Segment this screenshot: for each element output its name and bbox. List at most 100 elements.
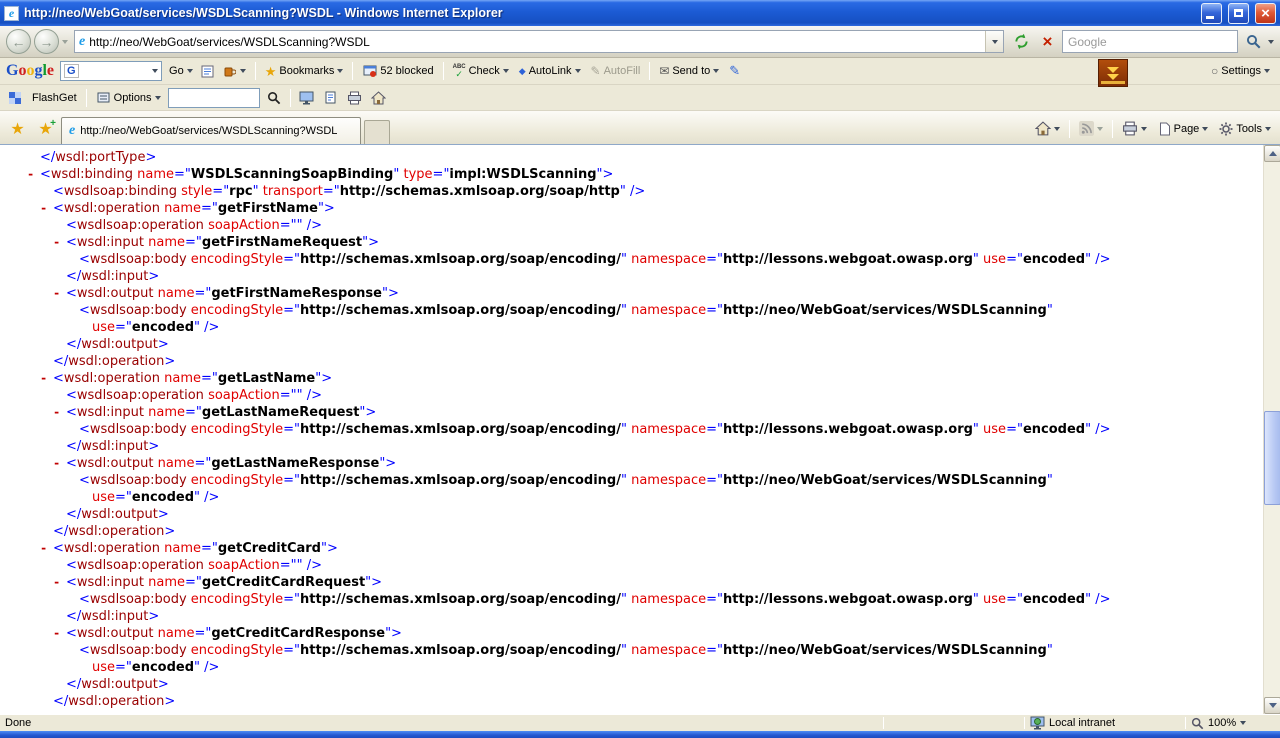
xml-line: </wsdl:operation> <box>0 353 1263 370</box>
send-to-button[interactable]: ✉Send to <box>656 62 722 80</box>
spellcheck-icon: ABC✓ <box>453 64 466 79</box>
scrollbar-thumb[interactable] <box>1264 411 1280 505</box>
scroll-up-button[interactable] <box>1264 145 1280 162</box>
google-search-input[interactable]: G <box>60 61 162 81</box>
security-zone-pane[interactable]: Local intranet <box>1030 716 1180 730</box>
recent-pages-dropdown[interactable] <box>62 40 68 44</box>
new-tab-stub[interactable] <box>364 120 390 144</box>
address-bar[interactable]: e http://neo/WebGoat/services/WSDLScanni… <box>74 30 1004 53</box>
refresh-icon <box>1013 33 1030 50</box>
xml-line: </wsdl:portType> <box>0 149 1263 166</box>
google-go-button[interactable]: Go <box>166 63 196 79</box>
back-button[interactable]: ← <box>6 29 31 54</box>
autolink-button[interactable]: ◆AutoLink <box>516 63 584 79</box>
search-box[interactable]: Google <box>1062 30 1238 53</box>
print-button[interactable] <box>345 88 365 108</box>
collapse-marker[interactable]: - <box>40 540 53 557</box>
autofill-button[interactable]: ✎AutoFill <box>588 62 644 80</box>
flashget-options-button[interactable]: Options <box>93 89 164 107</box>
xml-line: <wsdlsoap:body encodingStyle="http://sch… <box>0 472 1263 489</box>
collapse-marker[interactable]: - <box>27 166 40 183</box>
home-menu-button[interactable] <box>1031 119 1064 138</box>
google-logo[interactable]: Google <box>6 63 54 79</box>
xml-line: <wsdlsoap:operation soapAction="" /> <box>0 387 1263 404</box>
download-list-button[interactable] <box>321 88 341 108</box>
popup-blocker-button[interactable]: 52 blocked <box>359 62 436 80</box>
spellcheck-button[interactable]: ABC✓Check <box>450 62 512 81</box>
xml-line: -<wsdl:operation name="getFirstName"> <box>0 200 1263 217</box>
settings-button[interactable]: ○Settings <box>1211 65 1274 77</box>
home-icon <box>1035 121 1051 136</box>
collapse-marker[interactable]: - <box>53 574 66 591</box>
flashget-drop-target[interactable] <box>1098 59 1128 87</box>
plus-icon: + <box>50 119 56 129</box>
tab-bar: ★ ★+ e http://neo/WebGoat/services/WSDLS… <box>0 111 1280 145</box>
close-icon: × <box>1261 6 1270 21</box>
flashget-search-input[interactable] <box>168 88 260 108</box>
tab-favicon-icon: e <box>69 124 75 138</box>
bookmarks-button[interactable]: ★Bookmarks <box>262 63 347 80</box>
vertical-scrollbar[interactable] <box>1263 145 1280 714</box>
window-title: http://neo/WebGoat/services/WSDLScanning… <box>24 6 1195 20</box>
zoom-control[interactable]: 100% <box>1191 717 1275 730</box>
flashget-search-button[interactable] <box>264 88 284 108</box>
search-icon <box>1246 34 1261 49</box>
toolbar-separator <box>255 62 256 80</box>
refresh-button[interactable] <box>1010 30 1033 53</box>
rss-icon <box>1079 121 1094 136</box>
print-menu-button[interactable] <box>1118 119 1151 138</box>
collapse-marker[interactable]: - <box>53 404 66 421</box>
settings-ring-icon: ○ <box>1211 65 1218 77</box>
scroll-down-button[interactable] <box>1264 697 1280 714</box>
google-g-icon: G <box>64 64 79 78</box>
xml-line: </wsdl:operation> <box>0 693 1263 710</box>
xml-line: use="encoded" /> <box>0 489 1263 506</box>
toolbar-separator <box>86 89 87 107</box>
page-menu-button[interactable]: Page <box>1154 120 1213 138</box>
collapse-marker[interactable]: - <box>40 370 53 387</box>
collapse-marker[interactable]: - <box>53 234 66 251</box>
page-favicon-icon: e <box>79 35 85 49</box>
notebook-icon[interactable] <box>200 64 215 78</box>
close-button[interactable]: × <box>1255 3 1276 24</box>
taskbar-edge <box>0 731 1280 738</box>
home-icon <box>371 91 386 105</box>
xml-line: -<wsdl:output name="getFirstNameResponse… <box>0 285 1263 302</box>
collapse-marker[interactable]: - <box>53 285 66 302</box>
collapse-marker[interactable]: - <box>53 455 66 472</box>
add-favorite-button[interactable]: ★+ <box>33 117 58 142</box>
ie-page-icon: e <box>4 6 19 21</box>
mug-button[interactable] <box>219 62 249 80</box>
collapse-marker[interactable]: - <box>40 200 53 217</box>
minimize-button[interactable] <box>1201 3 1222 24</box>
google-search-dropdown[interactable] <box>152 69 158 73</box>
stop-button[interactable]: × <box>1036 30 1059 53</box>
monitor-button[interactable] <box>297 88 317 108</box>
address-dropdown-button[interactable] <box>985 31 1003 52</box>
command-bar: Page Tools <box>1031 115 1275 142</box>
xml-line: use="encoded" /> <box>0 319 1263 336</box>
status-bar: Done Local intranet 100% <box>0 714 1280 731</box>
highlighter-button[interactable]: ✎ <box>726 61 743 81</box>
collapse-marker[interactable]: - <box>53 625 66 642</box>
zoom-dropdown[interactable] <box>1240 721 1246 725</box>
bookmarks-star-icon: ★ <box>265 65 277 78</box>
tab-active[interactable]: e http://neo/WebGoat/services/WSDLScanni… <box>61 117 361 144</box>
xml-line: <wsdlsoap:body encodingStyle="http://sch… <box>0 421 1263 438</box>
xml-line: -<wsdl:binding name="WSDLScanningSoapBin… <box>0 166 1263 183</box>
zoom-magnifier-icon <box>1191 717 1204 730</box>
navigation-bar: ← → e http://neo/WebGoat/services/WSDLSc… <box>0 26 1280 58</box>
forward-button[interactable]: → <box>34 29 59 54</box>
xml-line: -<wsdl:input name="getCreditCardRequest"… <box>0 574 1263 591</box>
xml-line: -<wsdl:input name="getFirstNameRequest"> <box>0 234 1263 251</box>
address-text[interactable]: http://neo/WebGoat/services/WSDLScanning… <box>89 35 981 49</box>
pen-icon: ✎ <box>729 63 740 79</box>
favorites-center-button[interactable]: ★ <box>5 117 30 142</box>
home-button[interactable] <box>369 88 389 108</box>
restore-button[interactable] <box>1228 3 1249 24</box>
search-options-dropdown[interactable] <box>1268 40 1274 44</box>
search-button[interactable] <box>1241 30 1265 53</box>
page-icon <box>1158 122 1171 136</box>
tools-menu-button[interactable]: Tools <box>1215 120 1275 138</box>
feeds-button[interactable] <box>1075 119 1107 138</box>
